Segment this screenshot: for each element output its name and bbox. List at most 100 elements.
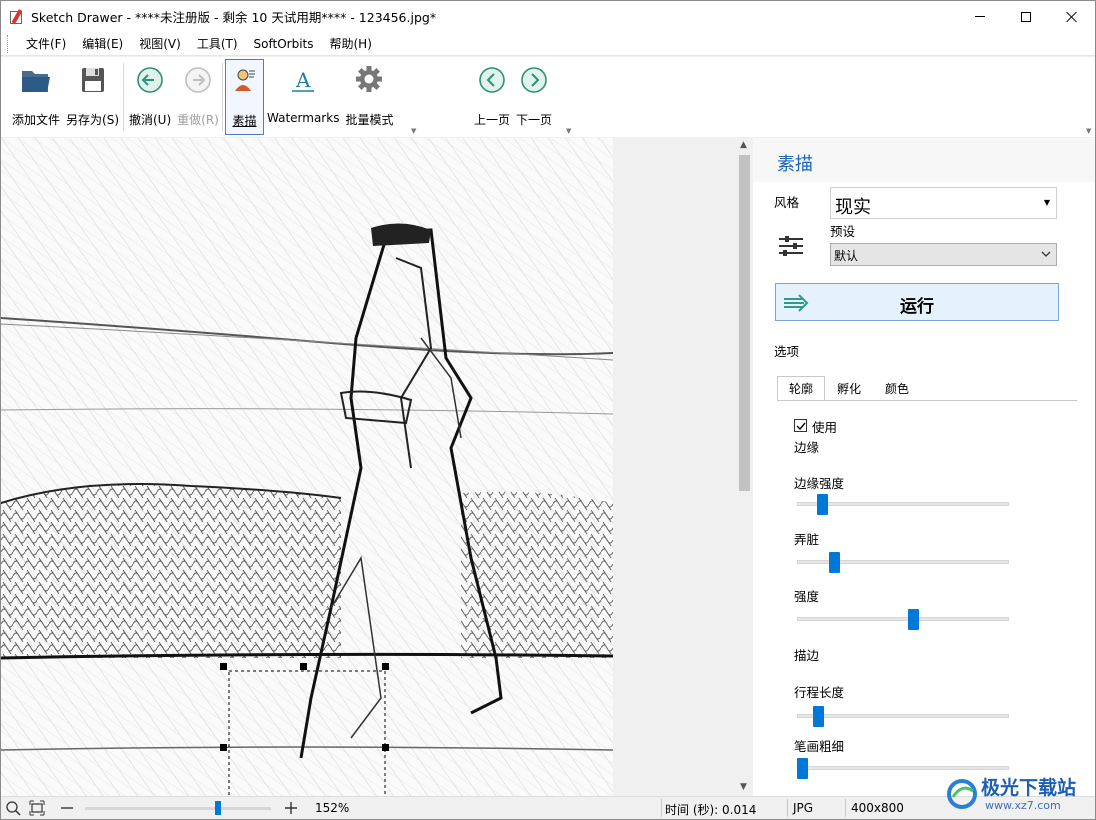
sketch-preview-image <box>1 138 613 796</box>
menu-softorbits[interactable]: SoftOrbits <box>246 37 322 51</box>
chevron-down-icon <box>1041 251 1051 257</box>
next-page-label: 下一页 <box>516 113 553 127</box>
fit-to-window-icon[interactable] <box>29 800 45 816</box>
app-window: Sketch Drawer - ****未注册版 - 剩余 10 天试用期***… <box>0 0 1096 820</box>
minimize-icon <box>975 16 985 17</box>
stroke-length-label: 行程长度 <box>794 685 845 700</box>
use-outline-checkbox[interactable] <box>794 419 807 432</box>
slider-track <box>797 617 1009 621</box>
zoom-slider-track[interactable] <box>85 807 271 810</box>
svg-text:A: A <box>295 68 311 92</box>
slider-thumb[interactable] <box>797 758 808 779</box>
toolbar-mode-group: 素描 A Watermarks 批量模式 <box>225 59 396 135</box>
close-button[interactable] <box>1049 1 1095 32</box>
menu-edit[interactable]: 编辑(E) <box>74 35 131 52</box>
arrow-right-circle-icon <box>181 63 215 97</box>
watermarks-label: Watermarks <box>267 111 340 125</box>
redo-label: 重做(R) <box>177 113 219 127</box>
undo-label: 撤消(U) <box>129 113 172 127</box>
processing-time: 时间 (秒): 0.014 <box>665 803 757 817</box>
scroll-down-icon[interactable]: ▼ <box>740 782 747 792</box>
slider-track <box>797 714 1009 718</box>
toolbar-file-group: 添加文件 另存为(S) <box>9 59 122 135</box>
sketch-portrait-icon <box>228 64 262 98</box>
zoom-out-icon[interactable] <box>59 800 75 816</box>
image-canvas[interactable] <box>1 138 736 796</box>
undo-button[interactable]: 撤消(U) <box>126 59 174 135</box>
style-label: 风格 <box>774 195 800 210</box>
scrollbar-thumb[interactable] <box>739 155 750 491</box>
maximize-button[interactable] <box>1003 1 1049 32</box>
style-value: 现实 <box>835 197 871 218</box>
zoom-search-icon[interactable] <box>5 800 21 816</box>
edge-section-label: 边缘 <box>794 440 820 455</box>
sketch-mode-button[interactable]: 素描 <box>225 59 264 135</box>
next-page-button[interactable]: 下一页 <box>513 59 555 135</box>
preset-value: 默认 <box>834 249 859 263</box>
maximize-icon <box>1021 11 1031 22</box>
tab-outline[interactable]: 轮廓 <box>777 376 826 401</box>
redo-button[interactable]: 重做(R) <box>174 59 222 135</box>
zoom-in-icon[interactable] <box>283 800 299 816</box>
watermarks-button[interactable]: A Watermarks <box>264 59 342 135</box>
preset-label: 预设 <box>830 224 856 239</box>
options-tabs: 轮廓 孵化 颜色 <box>777 376 921 401</box>
menu-tools[interactable]: 工具(T) <box>189 35 246 52</box>
edge-strength-label: 边缘强度 <box>794 476 845 491</box>
panel-header: 素描 <box>753 138 1095 182</box>
toolbar-overflow-icon[interactable]: ▼ <box>566 127 571 135</box>
slider-track <box>797 766 1009 770</box>
batch-mode-button[interactable]: 批量模式 <box>342 59 396 135</box>
status-separator <box>787 799 788 817</box>
zoom-percent: 152% <box>315 801 350 815</box>
intensity-slider[interactable] <box>797 607 1009 631</box>
previous-page-label: 上一页 <box>474 113 511 127</box>
toolbar-overflow-icon[interactable]: ▼ <box>1086 127 1091 135</box>
style-dropdown[interactable]: 现实 ▼ <box>830 187 1057 219</box>
previous-page-button[interactable]: 上一页 <box>471 59 513 135</box>
watermark-name: 极光下载站 <box>981 777 1077 799</box>
preset-dropdown[interactable]: 默认 <box>830 243 1057 266</box>
stroke-section-label: 描边 <box>794 648 820 663</box>
arrow-left-circle-icon <box>133 63 167 97</box>
aurora-logo-icon <box>947 779 977 809</box>
menu-file[interactable]: 文件(F) <box>18 35 74 52</box>
watermark-letter-icon: A <box>286 63 320 97</box>
stroke-width-label: 笔画粗细 <box>794 739 845 754</box>
gear-icon <box>352 63 386 97</box>
add-file-button[interactable]: 添加文件 <box>9 59 63 135</box>
menu-help[interactable]: 帮助(H) <box>321 35 379 52</box>
status-separator <box>661 799 662 817</box>
sliders-settings-icon[interactable] <box>779 234 803 258</box>
close-icon <box>1066 11 1078 23</box>
folder-open-icon <box>19 63 53 97</box>
zoom-slider-thumb[interactable] <box>215 801 221 815</box>
run-button[interactable]: 运行 <box>775 283 1059 321</box>
use-label: 使用 <box>812 420 838 435</box>
window-title: Sketch Drawer - ****未注册版 - 剩余 10 天试用期***… <box>31 10 437 25</box>
stroke-length-slider[interactable] <box>797 704 1009 728</box>
slider-thumb[interactable] <box>908 609 919 630</box>
image-format: JPG <box>793 801 814 815</box>
dropdown-arrow-icon: ▼ <box>1043 198 1050 207</box>
title-bar: Sketch Drawer - ****未注册版 - 剩余 10 天试用期***… <box>1 1 1095 32</box>
edge-strength-slider[interactable] <box>797 492 1009 516</box>
slider-thumb[interactable] <box>829 552 840 573</box>
intensity-label: 强度 <box>794 589 820 604</box>
tab-color[interactable]: 颜色 <box>873 376 921 401</box>
dirty-slider[interactable] <box>797 550 1009 574</box>
chevron-left-circle-icon <box>475 63 509 97</box>
slider-thumb[interactable] <box>813 706 824 727</box>
toolbar-nav-group: 上一页 下一页 <box>471 59 555 135</box>
toolbar-overflow-icon[interactable]: ▼ <box>411 127 416 135</box>
minimize-button[interactable] <box>957 1 1003 32</box>
watermark-url: www.xz7.com <box>985 799 1061 812</box>
scroll-up-icon[interactable]: ▲ <box>740 140 747 150</box>
menu-view[interactable]: 视图(V) <box>131 35 189 52</box>
panel-title: 素描 <box>777 154 813 175</box>
tab-hatching[interactable]: 孵化 <box>825 376 873 401</box>
canvas-vertical-scrollbar[interactable]: ▲ ▼ <box>736 138 753 796</box>
add-file-label: 添加文件 <box>12 113 61 127</box>
slider-thumb[interactable] <box>817 494 828 515</box>
save-as-button[interactable]: 另存为(S) <box>63 59 122 135</box>
